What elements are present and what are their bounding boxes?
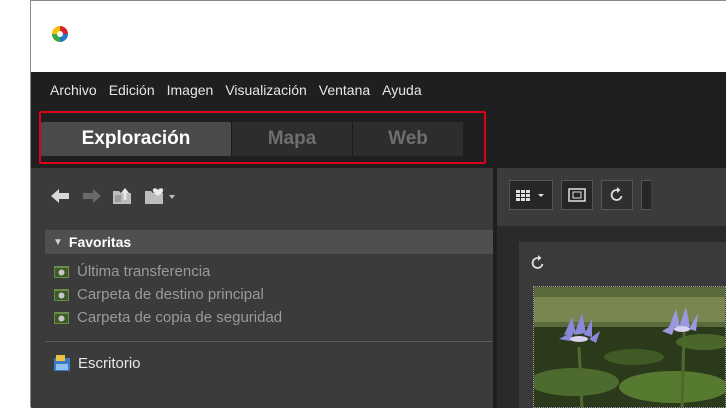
rotate-icon: [610, 187, 623, 201]
fit-screen-button[interactable]: [561, 180, 593, 210]
favorite-label: Carpeta de destino principal: [77, 286, 264, 303]
title-bar: [31, 1, 726, 72]
favorite-label: Última transferencia: [77, 263, 211, 280]
app-window: Archivo Edición Imagen Visualización Ven…: [30, 0, 726, 408]
menu-edicion[interactable]: Edición: [103, 82, 161, 98]
divider: [45, 341, 493, 342]
menu-archivo[interactable]: Archivo: [44, 82, 103, 98]
grid-view-button[interactable]: [509, 180, 553, 210]
water-lily-photo: [534, 287, 725, 407]
forward-arrow-icon[interactable]: [81, 184, 103, 208]
rotate-icon[interactable]: [529, 254, 547, 272]
highlight-box: [39, 111, 486, 164]
grid-view-icon: [516, 190, 544, 201]
image-viewer: [519, 242, 726, 408]
camera-folder-icon: [54, 266, 69, 278]
desktop-item[interactable]: Escritorio: [53, 354, 141, 372]
list-item[interactable]: Carpeta de destino principal: [53, 283, 282, 306]
menu-bar: Archivo Edición Imagen Visualización Ven…: [31, 72, 726, 108]
toolbar-button-partial[interactable]: [641, 180, 651, 210]
list-item[interactable]: Carpeta de copia de seguridad: [53, 306, 282, 329]
navigation-bar: [31, 168, 493, 226]
favorites-title: Favoritas: [68, 234, 132, 250]
list-item[interactable]: Última transferencia: [53, 260, 282, 283]
photo-thumbnail[interactable]: [533, 286, 726, 408]
favorites-list: Última transferencia Carpeta de destino …: [53, 260, 282, 329]
camera-folder-icon: [54, 289, 69, 301]
menu-imagen[interactable]: Imagen: [161, 82, 220, 98]
menu-ventana[interactable]: Ventana: [313, 82, 376, 98]
browser-panel: ▼ Favoritas Última transferencia Carpeta…: [31, 168, 493, 408]
viewer-panel: [497, 168, 726, 408]
favorite-label: Carpeta de copia de seguridad: [77, 309, 283, 326]
camera-folder-icon: [54, 312, 69, 324]
viewer-toolbar: [497, 168, 726, 226]
collapse-triangle-icon[interactable]: ▼: [53, 237, 63, 248]
menu-visualizacion[interactable]: Visualización: [219, 82, 312, 98]
desktop-icon: [54, 355, 70, 371]
menu-ayuda[interactable]: Ayuda: [376, 82, 427, 98]
favorite-folder-icon[interactable]: [143, 184, 177, 208]
desktop-label: Escritorio: [78, 354, 141, 372]
fit-screen-icon: [568, 188, 586, 202]
back-arrow-icon[interactable]: [49, 184, 71, 208]
folder-up-icon[interactable]: [111, 184, 135, 208]
favorites-header[interactable]: ▼ Favoritas: [45, 230, 493, 254]
app-icon: [52, 26, 68, 42]
rotate-button[interactable]: [601, 180, 633, 210]
main-area: Archivo Edición Imagen Visualización Ven…: [31, 72, 726, 408]
